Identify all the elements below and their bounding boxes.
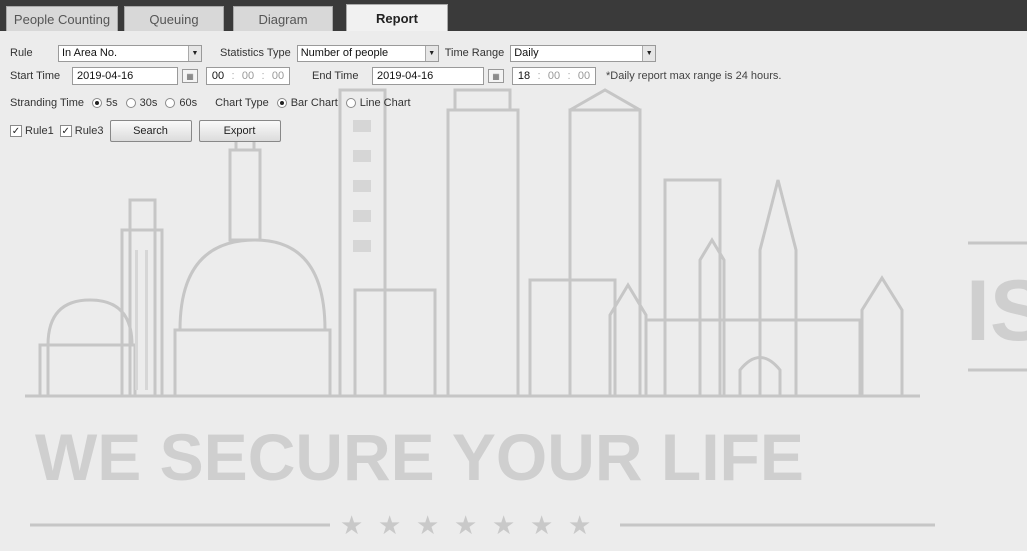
rule-select[interactable]: In Area No. ▼ [58,44,202,62]
bar-chart-radio[interactable] [276,98,287,108]
filter-row-3: Stranding Time 5s 30s 60s Chart Type Bar… [10,93,411,113]
stranding-60s-label: 60s [179,97,198,109]
svg-text:★: ★ [492,511,515,541]
stranding-30s-radio[interactable] [125,98,136,108]
range-note: *Daily report max range is 24 hours. [606,70,782,82]
end-time-input[interactable]: 18 : 00 : 00 [512,67,596,85]
rule3-checkbox[interactable]: ✓ [59,125,72,137]
tab-queuing[interactable]: Queuing [124,6,224,31]
rule1-label: Rule1 [25,125,54,137]
tab-diagram[interactable]: Diagram [233,6,333,31]
svg-text:★: ★ [416,511,439,541]
rule3-label: Rule3 [74,125,104,137]
tab-bar: People Counting Queuing Diagram Report [0,0,1027,31]
calendar-icon[interactable]: ▦ [488,69,504,83]
chevron-down-icon: ▼ [424,45,438,61]
end-hour[interactable]: 18 [513,70,535,82]
end-time-label: End Time [312,70,359,82]
start-time-label: Start Time [10,70,61,82]
filter-row-4: ✓ Rule1 ✓ Rule3 Search Export [10,119,281,143]
line-chart-label: Line Chart [359,97,411,109]
svg-text:★: ★ [530,511,553,541]
chevron-down-icon: ▼ [642,45,656,61]
svg-text:★: ★ [454,511,477,541]
filter-row-2: Start Time 2019-04-16 ▦ 00 : 00 : 00 End… [10,66,781,86]
rule1-checkbox[interactable]: ✓ [10,125,22,137]
export-button[interactable]: Export [198,120,281,142]
chart-type-label: Chart Type [215,97,269,109]
stranding-5s-radio[interactable] [91,98,102,108]
chevron-down-icon: ▼ [188,45,201,61]
tab-report[interactable]: Report [346,4,448,31]
start-date-input[interactable]: 2019-04-16 [72,67,178,85]
start-minute[interactable]: 00 [237,70,259,82]
time-range-value: Daily [514,47,539,59]
watermark-slogan: WE SECURE YOUR LIFE [35,420,804,494]
svg-text:★: ★ [568,511,591,541]
end-second[interactable]: 00 [573,70,595,82]
start-time-input[interactable]: 00 : 00 : 00 [206,67,290,85]
stranding-60s-radio[interactable] [165,98,176,108]
start-second[interactable]: 00 [267,70,289,82]
time-range-label: Time Range [444,47,505,59]
rule-label: Rule [10,47,33,59]
svg-text:★: ★ [340,511,363,541]
bar-chart-label: Bar Chart [290,97,338,109]
statistics-type-select[interactable]: Number of people ▼ [296,44,439,62]
line-chart-radio[interactable] [345,98,356,108]
statistics-type-label: Statistics Type [220,47,291,59]
search-button[interactable]: Search [109,120,192,142]
stranding-time-label: Stranding Time [10,97,84,109]
filter-row-1: Rule In Area No. ▼ Statistics Type Numbe… [10,43,657,63]
stranding-30s-label: 30s [139,97,158,109]
start-hour[interactable]: 00 [207,70,229,82]
statistics-type-value: Number of people [300,47,389,59]
calendar-icon[interactable]: ▦ [182,69,198,83]
stranding-5s-label: 5s [105,97,118,109]
svg-text:★: ★ [378,511,401,541]
end-date-input[interactable]: 2019-04-16 [372,67,484,85]
end-minute[interactable]: 00 [543,70,565,82]
rule-select-value: In Area No. [62,47,118,59]
watermark-side-text: IS [966,263,1027,359]
time-range-select[interactable]: Daily ▼ [510,44,657,62]
tab-people-counting[interactable]: People Counting [6,6,118,31]
